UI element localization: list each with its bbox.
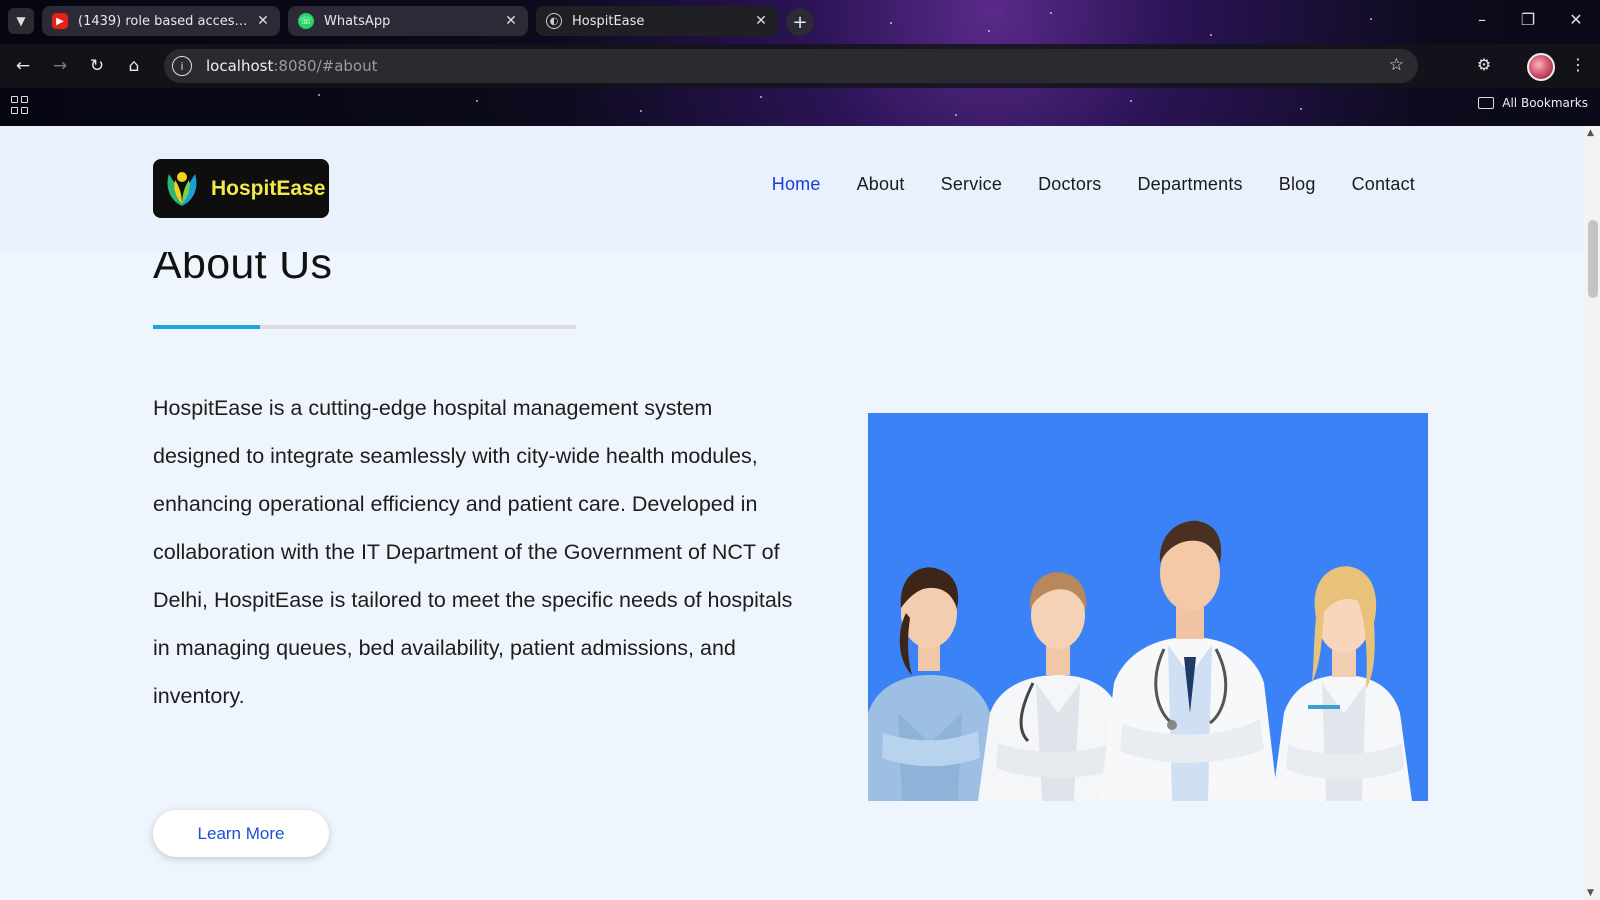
- title-underline-accent: [153, 325, 260, 329]
- scrollbar-thumb[interactable]: [1588, 220, 1598, 298]
- back-icon[interactable]: ←: [10, 53, 36, 79]
- tab-title: HospitEase: [572, 13, 645, 29]
- close-icon[interactable]: ✕: [252, 13, 274, 29]
- scroll-down-arrow-icon[interactable]: ▼: [1587, 888, 1594, 898]
- nav-home[interactable]: Home: [772, 174, 821, 195]
- hospitease-logo-icon: [167, 171, 197, 206]
- youtube-icon: ▶: [52, 13, 68, 29]
- tab-hospitease[interactable]: ◐ HospitEase ✕: [536, 6, 778, 36]
- profile-avatar[interactable]: [1527, 53, 1555, 81]
- bookmarks-bar: [0, 90, 1600, 124]
- tab-search-button[interactable]: ▼: [8, 8, 34, 34]
- tab-title: WhatsApp: [324, 13, 391, 29]
- doctors-illustration: [868, 520, 1412, 801]
- logo-text: HospitEase: [211, 176, 326, 200]
- about-paragraph: HospitEase is a cutting-edge hospital ma…: [153, 396, 793, 708]
- close-icon[interactable]: ✕: [750, 13, 772, 29]
- minimize-icon[interactable]: –: [1470, 8, 1494, 32]
- extensions-icon[interactable]: ⚙: [1471, 52, 1497, 78]
- restore-icon[interactable]: ❐: [1516, 8, 1540, 32]
- main-nav: Home About Service Doctors Departments B…: [736, 174, 1415, 195]
- nav-contact[interactable]: Contact: [1352, 174, 1415, 195]
- globe-icon: ◐: [546, 13, 562, 29]
- close-icon[interactable]: ✕: [500, 13, 522, 29]
- site-header: HospitEase Home About Service Doctors De…: [0, 126, 1584, 252]
- page-viewport: HospitEase Home About Service Doctors De…: [0, 126, 1584, 900]
- site-logo[interactable]: HospitEase: [153, 159, 329, 218]
- scroll-up-arrow-icon[interactable]: ▲: [1587, 128, 1594, 138]
- menu-kebab-icon[interactable]: ⋮: [1565, 52, 1591, 78]
- nav-about[interactable]: About: [857, 174, 905, 195]
- tab-title: (1439) role based access in spring: [78, 13, 252, 29]
- nav-doctors[interactable]: Doctors: [1038, 174, 1101, 195]
- page-scrollbar[interactable]: ▲ ▼: [1584, 126, 1600, 900]
- browser-chrome: ▼ ▶ (1439) role based access in spring ✕…: [0, 0, 1600, 126]
- browser-toolbar: ← → ↻ ⌂ i localhost:8080/#about ☆: [0, 44, 1600, 88]
- all-bookmarks-label: All Bookmarks: [1502, 96, 1588, 110]
- forward-icon[interactable]: →: [47, 53, 73, 79]
- medical-team-photo: [868, 413, 1428, 801]
- url-host: localhost: [206, 57, 274, 75]
- whatsapp-icon: ☏: [298, 13, 314, 29]
- window-close-icon[interactable]: ✕: [1564, 8, 1588, 32]
- title-underline: [153, 325, 576, 329]
- nav-blog[interactable]: Blog: [1279, 174, 1316, 195]
- new-tab-button[interactable]: +: [786, 8, 814, 36]
- tab-youtube[interactable]: ▶ (1439) role based access in spring ✕: [42, 6, 280, 36]
- site-info-icon[interactable]: i: [172, 56, 192, 76]
- all-bookmarks-button[interactable]: All Bookmarks: [1478, 96, 1588, 110]
- reload-icon[interactable]: ↻: [84, 53, 110, 79]
- folder-icon: [1478, 97, 1495, 109]
- tab-strip: ▼ ▶ (1439) role based access in spring ✕…: [0, 0, 1600, 42]
- url-path: :8080/#about: [273, 57, 378, 75]
- nav-departments[interactable]: Departments: [1137, 174, 1242, 195]
- address-bar[interactable]: i localhost:8080/#about ☆: [164, 49, 1418, 83]
- tab-whatsapp[interactable]: ☏ WhatsApp ✕: [288, 6, 528, 36]
- bookmark-star-icon[interactable]: ☆: [1389, 55, 1404, 75]
- home-icon[interactable]: ⌂: [121, 53, 147, 79]
- apps-grid-icon[interactable]: [11, 96, 29, 114]
- nav-service[interactable]: Service: [941, 174, 1002, 195]
- learn-more-button[interactable]: Learn More: [153, 810, 329, 857]
